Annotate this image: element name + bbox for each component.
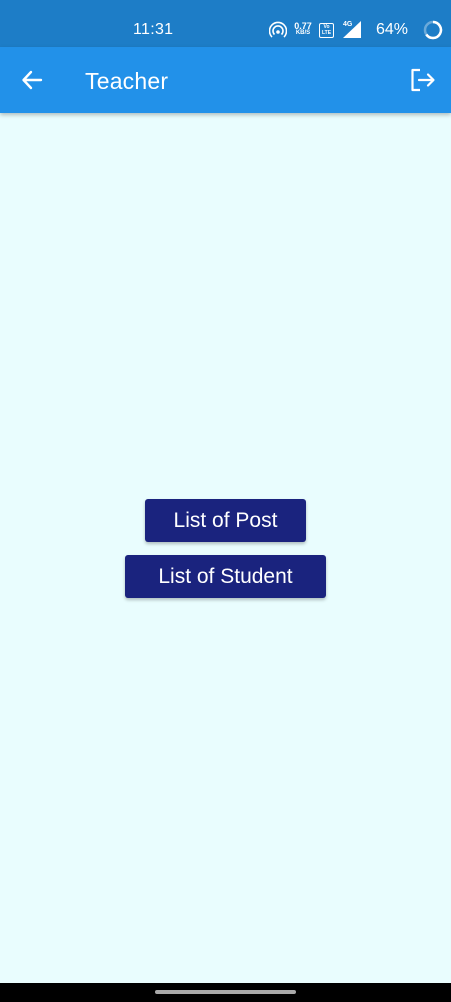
- network-type: 4G: [343, 21, 353, 28]
- main-content: List of Post List of Student: [0, 113, 451, 983]
- app-bar: Teacher: [0, 47, 451, 113]
- list-of-post-button[interactable]: List of Post: [145, 499, 306, 542]
- arrow-left-icon: [22, 70, 43, 90]
- battery-percent: 64%: [376, 21, 409, 38]
- status-time: 11:31: [133, 21, 174, 38]
- status-bar: 11:31 0.77 KB/S Vo LTE 4G 64%: [0, 0, 451, 47]
- logout-button[interactable]: [406, 64, 440, 96]
- net-speed: 0.77 KB/S: [292, 22, 314, 37]
- home-gesture-handle[interactable]: [155, 990, 296, 994]
- hotspot-icon: [269, 21, 287, 38]
- battery-ring-icon: [423, 20, 443, 40]
- system-nav-bar: [0, 983, 451, 1002]
- logout-icon: [411, 68, 435, 92]
- volte-icon: Vo LTE: [319, 23, 334, 38]
- volte-bottom: LTE: [321, 30, 332, 36]
- page-title: Teacher: [85, 68, 169, 94]
- list-of-student-button[interactable]: List of Student: [125, 555, 326, 598]
- net-speed-unit: KB/S: [295, 30, 311, 36]
- back-button[interactable]: [16, 64, 48, 96]
- status-icons: 0.77 KB/S Vo LTE 4G 64%: [261, 18, 451, 42]
- signal-icon: 4G: [343, 21, 361, 38]
